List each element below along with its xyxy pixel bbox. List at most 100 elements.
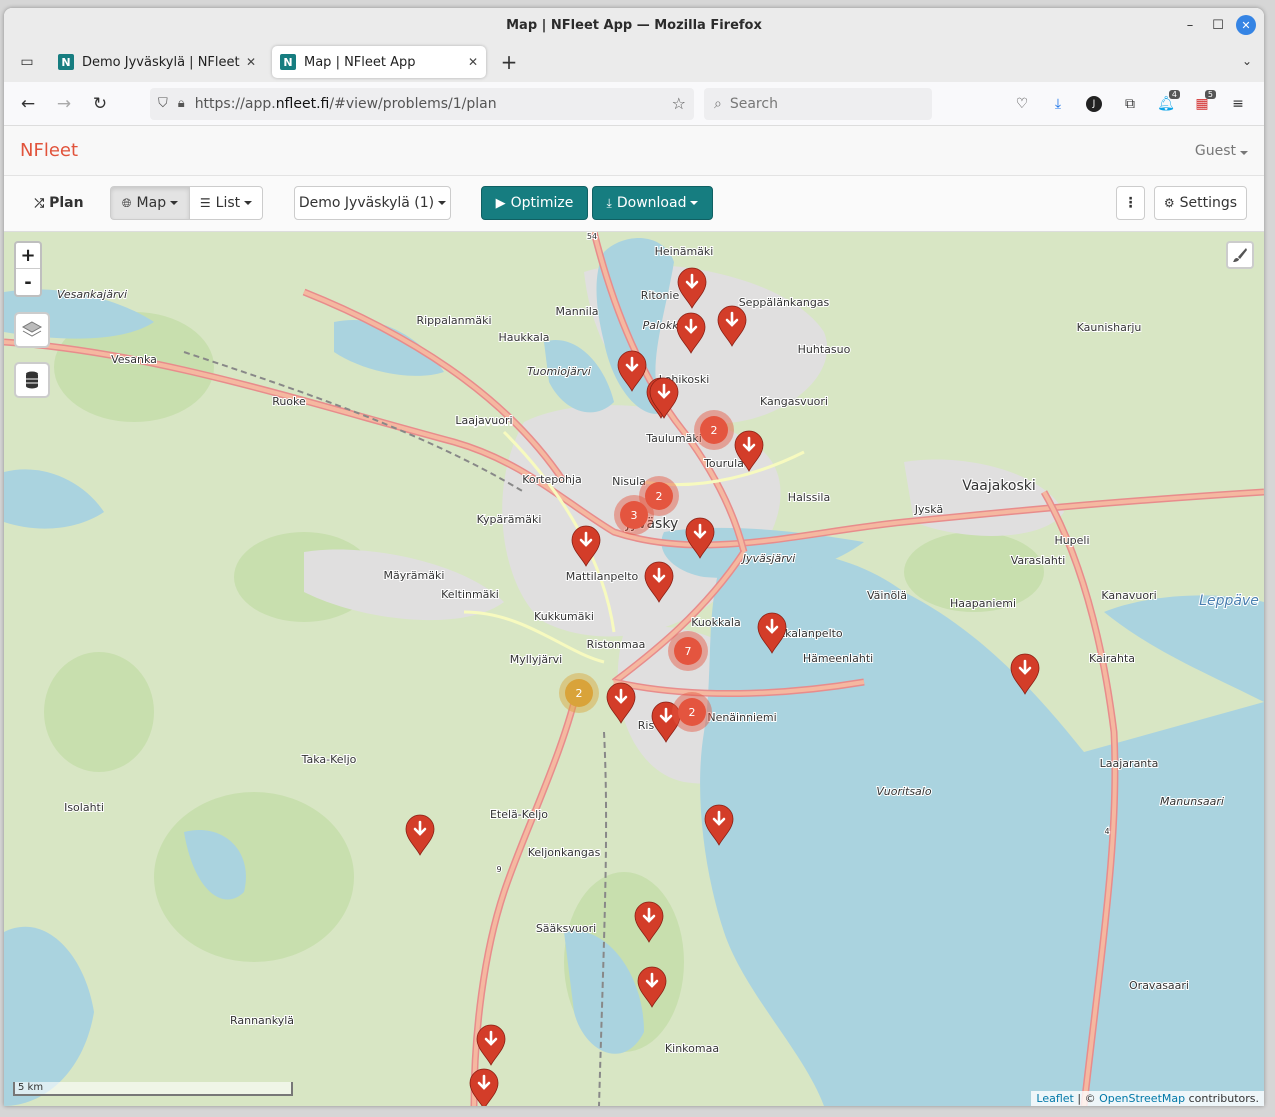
place-label: Etelä-Keljo bbox=[490, 808, 548, 821]
data-layers-control[interactable] bbox=[14, 362, 50, 398]
chevron-down-icon[interactable]: ⌄ bbox=[1242, 54, 1252, 68]
place-label: Seppälänkangas bbox=[739, 296, 830, 309]
close-window-icon[interactable]: ✕ bbox=[1236, 15, 1256, 35]
forward-icon[interactable]: → bbox=[48, 88, 80, 120]
brand-logo[interactable]: NFleet bbox=[20, 140, 78, 161]
list-icon: ☰ bbox=[199, 196, 211, 210]
place-label: Oravasaari bbox=[1129, 979, 1189, 992]
marker-cluster-icon[interactable]: 3 bbox=[614, 495, 654, 535]
play-icon: ▶ bbox=[495, 195, 506, 211]
browser-tools: ♡ ⤓ J ⧉ 🔔︎ 4 ▦ 5 ≡ bbox=[1004, 88, 1256, 120]
place-label: Vuoritsalo bbox=[876, 785, 931, 798]
zoom-out-button[interactable]: - bbox=[16, 269, 40, 295]
place-label: Ruoke bbox=[272, 395, 306, 408]
search-icon: ⌕ bbox=[714, 95, 722, 112]
place-label: Varaslahti bbox=[1011, 554, 1066, 567]
layers-control[interactable] bbox=[14, 312, 50, 348]
settings-button[interactable]: ⚙ Settings bbox=[1154, 186, 1247, 220]
marker-cluster-icon[interactable]: 2 bbox=[559, 673, 599, 713]
title-bar: Map | NFleet App — Mozilla Firefox – ☐ ✕ bbox=[4, 8, 1264, 42]
place-label: Jyväsjärvi bbox=[741, 552, 796, 565]
place-label: Kairahta bbox=[1089, 652, 1135, 665]
map-tiles[interactable]: Heinämäki Ritonie Seppälänkangas Mannila Rip… bbox=[4, 232, 1264, 1106]
cluster-count: 2 bbox=[656, 490, 663, 503]
place-label: Sääksvuori bbox=[536, 922, 596, 935]
menu-icon[interactable]: ≡ bbox=[1220, 88, 1256, 120]
place-label: Kukkumäki bbox=[534, 610, 594, 623]
extensions-icon[interactable]: ⧉ bbox=[1112, 88, 1148, 120]
list-view-button[interactable]: ☰ List bbox=[189, 186, 263, 220]
close-tab-icon[interactable]: ✕ bbox=[246, 55, 256, 69]
shield-icon[interactable]: ⛉ bbox=[158, 96, 168, 111]
tab-label: Demo Jyväskylä | NFleet Co bbox=[82, 54, 240, 70]
database-icon bbox=[26, 371, 38, 389]
place-label: Huhtasuo bbox=[798, 343, 851, 356]
tab-demo[interactable]: N Demo Jyväskylä | NFleet Co ✕ bbox=[50, 46, 264, 78]
map-view[interactable]: Heinämäki Ritonie Seppälänkangas Mannila Rip… bbox=[4, 232, 1264, 1106]
place-label: Ris bbox=[638, 719, 655, 732]
tab-label: Map | NFleet App bbox=[304, 54, 416, 70]
more-options-button[interactable]: ⋮ bbox=[1116, 186, 1145, 220]
optimize-button[interactable]: ▶ Optimize bbox=[481, 186, 588, 220]
lock-icon[interactable]: 🔒︎ bbox=[178, 96, 185, 111]
marker-cluster-icon[interactable]: 7 bbox=[668, 631, 708, 671]
zoom-in-button[interactable]: + bbox=[16, 243, 40, 269]
minimize-icon[interactable]: – bbox=[1180, 15, 1200, 35]
maximize-icon[interactable]: ☐ bbox=[1208, 15, 1228, 35]
plan-button[interactable]: ⤮ Plan bbox=[24, 186, 94, 220]
marker-cluster-icon[interactable]: 2 bbox=[694, 410, 734, 450]
draw-control[interactable] bbox=[1226, 241, 1254, 269]
downloads-icon[interactable]: ⤓ bbox=[1040, 88, 1076, 120]
bookmark-star-icon[interactable]: ☆ bbox=[672, 94, 686, 113]
cluster-count: 7 bbox=[685, 645, 692, 658]
nfleet-favicon-icon: N bbox=[280, 54, 296, 70]
extension-calendar-icon[interactable]: ▦ 5 bbox=[1184, 88, 1220, 120]
url-bar[interactable]: ⛉ 🔒︎ https://app.nfleet.fi/#view/problem… bbox=[150, 87, 694, 120]
pocket-icon[interactable]: ♡ bbox=[1004, 88, 1040, 120]
tab-map[interactable]: N Map | NFleet App ✕ bbox=[272, 46, 486, 78]
place-label: Jyskä bbox=[914, 503, 943, 516]
cluster-count: 2 bbox=[576, 687, 583, 700]
search-bar[interactable]: ⌕ Search bbox=[704, 87, 932, 120]
shuffle-icon: ⤮ bbox=[34, 195, 45, 210]
place-label: Tourula bbox=[703, 457, 744, 470]
place-label: Kaunisharju bbox=[1077, 321, 1142, 334]
download-button[interactable]: ⤓ Download bbox=[592, 186, 713, 220]
gears-icon: ⚙ bbox=[1163, 196, 1175, 210]
url-text[interactable]: https://app.nfleet.fi/#view/problems/1/p… bbox=[195, 96, 672, 112]
reload-icon[interactable]: ↻ bbox=[84, 88, 116, 120]
place-label: Keljonkangas bbox=[528, 846, 601, 859]
back-icon[interactable]: ← bbox=[12, 88, 44, 120]
place-label: Mattilanpelto bbox=[566, 570, 639, 583]
navigation-bar: ← → ↻ ⛉ 🔒︎ https://app.nfleet.fi/#view/p… bbox=[4, 82, 1264, 126]
place-label: Kypärämäki bbox=[477, 513, 542, 526]
user-menu[interactable]: Guest bbox=[1195, 143, 1248, 159]
place-label: Vesankajärvi bbox=[57, 288, 127, 301]
place-label: Laajaranta bbox=[1100, 757, 1159, 770]
place-label: Haapaniemi bbox=[950, 597, 1016, 610]
osm-link[interactable]: OpenStreetMap bbox=[1099, 1092, 1185, 1105]
place-label: 4 bbox=[1104, 827, 1109, 836]
place-label: Keltinmäki bbox=[441, 588, 499, 601]
extension-bell-icon[interactable]: 🔔︎ 4 bbox=[1148, 88, 1184, 120]
cluster-count: 3 bbox=[631, 509, 638, 522]
leaflet-link[interactable]: Leaflet bbox=[1036, 1092, 1073, 1105]
place-label: Haukkala bbox=[498, 331, 549, 344]
cluster-count: 2 bbox=[689, 706, 696, 719]
place-label: Nenäinniemi bbox=[707, 711, 776, 724]
marker-cluster-icon[interactable]: 2 bbox=[672, 692, 712, 732]
place-label: Kuokkala bbox=[691, 616, 740, 629]
browser-window: Map | NFleet App — Mozilla Firefox – ☐ ✕… bbox=[4, 8, 1264, 1106]
profile-avatar[interactable]: J bbox=[1076, 88, 1112, 120]
place-label: Rippalanmäki bbox=[416, 314, 491, 327]
close-tab-icon[interactable]: ✕ bbox=[468, 55, 478, 69]
nfleet-favicon-icon: N bbox=[58, 54, 74, 70]
tab-overview-icon[interactable]: ▭ bbox=[12, 47, 42, 77]
place-label: Mannila bbox=[555, 305, 598, 318]
search-placeholder: Search bbox=[729, 95, 778, 112]
place-label: Myllyjärvi bbox=[510, 653, 563, 666]
map-view-button[interactable]: 🌐︎ Map bbox=[110, 186, 190, 220]
problem-select[interactable]: Demo Jyväskylä (1) bbox=[294, 186, 451, 220]
new-tab-icon[interactable]: + bbox=[494, 47, 524, 77]
cluster-count: 2 bbox=[711, 424, 718, 437]
